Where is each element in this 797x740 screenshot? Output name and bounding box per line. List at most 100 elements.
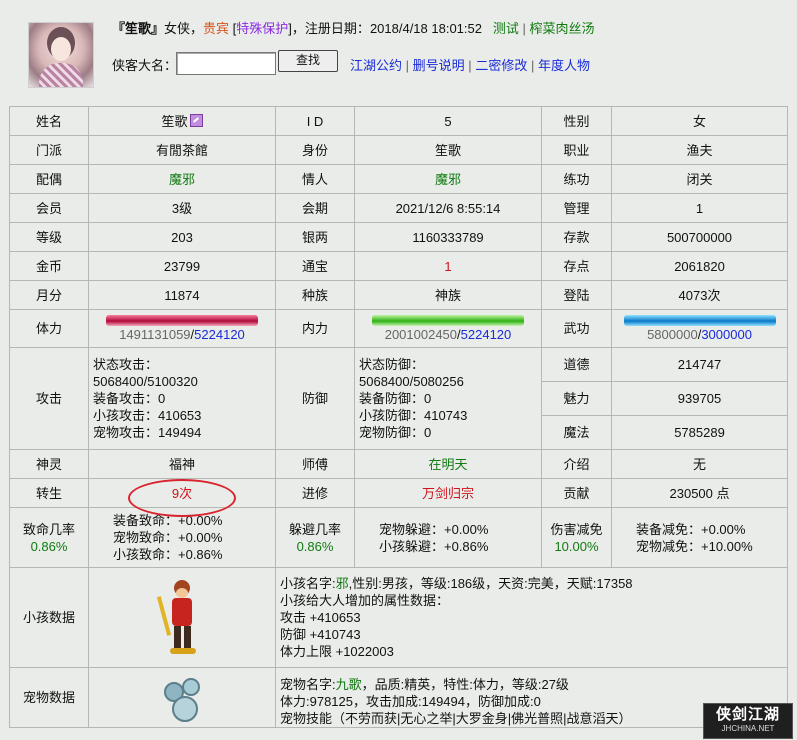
attack-line: 状态攻击： — [93, 357, 159, 372]
admin-label: 管理 — [541, 193, 612, 223]
points-value: 2061820 — [611, 251, 788, 281]
child-label: 小孩数据 — [9, 567, 89, 668]
bracket-close: ]， — [288, 21, 305, 36]
info-row: 姓名 笙歌 I D 5 性别 女 — [9, 106, 788, 136]
attack-line: 小孩攻击：410653 — [93, 408, 202, 423]
rebirth-highlight-circle — [128, 479, 236, 517]
pet-name: 九歌 — [335, 677, 362, 692]
attack-line: 宠物攻击：149494 — [93, 425, 202, 440]
lover-link[interactable]: 魔邪 — [354, 164, 542, 194]
pet-summary: 宠物名字:九歌，品质:精英，特性:体力，等级:27级 — [280, 676, 787, 693]
crit-line: 宠物致命：+0.00% — [113, 530, 223, 545]
attack-label: 攻击 — [9, 347, 89, 450]
child-sprite — [152, 578, 212, 658]
child-details: 小孩名字:邪,性别:男孩，等级:186级，天资:完美，天赋:17358 小孩给大… — [275, 567, 788, 668]
avatar — [28, 22, 94, 88]
child-row: 小孩数据 小孩名字:邪,性别:男孩，等级:186级，天资:完美，天赋:17358… — [9, 567, 788, 668]
magic-value: 5785289 — [611, 415, 788, 450]
pet-label: 宠物数据 — [9, 667, 89, 728]
attack-line: 5068400/5100320 — [93, 374, 198, 389]
attack-details: 状态攻击： 5068400/5100320 装备攻击：0 小孩攻击：410653… — [88, 347, 276, 450]
link-separator: | — [530, 58, 535, 73]
watermark-title: 侠剑江湖 — [715, 705, 780, 723]
id-value: 5 — [354, 106, 542, 136]
child-line: 小孩给大人增加的属性数据： — [280, 593, 450, 608]
tongbao-label: 通宝 — [275, 251, 355, 281]
child-line: 攻击 +410653 — [280, 610, 361, 625]
child-leg — [184, 625, 191, 648]
spirit-value: 福神 — [88, 449, 276, 479]
intro-label: 介绍 — [541, 449, 612, 479]
study-value: 万剑归宗 — [354, 478, 542, 508]
mp-bar — [372, 314, 524, 326]
name-label: 姓名 — [9, 106, 89, 136]
test-link[interactable]: 测试 — [493, 21, 519, 36]
child-line: 体力上限 +1022003 — [280, 644, 394, 659]
hp-cell: 1491131059/5224120 — [88, 309, 276, 348]
member-value: 3级 — [88, 193, 276, 223]
crit-value: 0.86% — [30, 538, 68, 554]
crit-line: 小孩致命：+0.86% — [113, 547, 223, 562]
profile-table: 姓名 笙歌 I D 5 性别 女 门派 有閒茶館 身份 笙歌 职业 渔夫 配偶 … — [9, 106, 788, 728]
search-label: 侠客大名： — [112, 58, 178, 73]
watermark-url: JHCHINA.NET — [721, 724, 775, 733]
rates-row: 致命几率 0.86% 装备致命：+0.00% 宠物致命：+0.00% 小孩致命：… — [9, 507, 788, 568]
wugong-bar — [623, 314, 776, 326]
contribution-value: 230500 点 — [611, 478, 788, 508]
delete-account-link[interactable]: 删号说明 — [413, 58, 465, 73]
race-label: 种族 — [275, 280, 355, 310]
crit-cell: 致命几率 0.86% — [9, 507, 89, 568]
reduce-line: 装备减免：+0.00% — [636, 521, 746, 537]
spouse-link[interactable]: 魔邪 — [88, 164, 276, 194]
basic-rows: 姓名 笙歌 I D 5 性别 女 门派 有閒茶館 身份 笙歌 职业 渔夫 配偶 … — [9, 106, 788, 728]
password-change-link[interactable]: 二密修改 — [475, 58, 527, 73]
identity-label: 身份 — [275, 135, 355, 165]
info-row: 配偶 魔邪 情人 魔邪 练功 闭关 — [9, 164, 788, 194]
character-name: 『笙歌』 — [112, 21, 165, 36]
id-label: I D — [275, 106, 355, 136]
info-row: 月分 11874 种族 神族 登陆 4073次 — [9, 280, 788, 310]
defense-label: 防御 — [275, 347, 355, 450]
avatar-dress — [39, 63, 83, 87]
magic-label: 魔法 — [541, 415, 612, 450]
pet-row: 宠物数据 宠物名字:九歌，品质:精英，特性:体力，等级:27级 体力:97812… — [9, 667, 788, 728]
member-expiry-label: 会期 — [275, 193, 355, 223]
master-label: 师傅 — [275, 449, 355, 479]
defense-line: 状态防御： — [359, 357, 425, 372]
fan-link[interactable]: 榨菜肉丝汤 — [530, 21, 595, 36]
reduce-cell: 伤害减免 10.00% — [541, 507, 612, 568]
rules-link[interactable]: 江湖公约 — [350, 58, 402, 73]
mp-cell: 2001002450/5224120 — [354, 309, 542, 348]
hp-label: 体力 — [9, 309, 89, 348]
protect-status: 特殊保护 — [236, 21, 289, 36]
silver-label: 银两 — [275, 222, 355, 252]
wugong-label: 武功 — [541, 309, 612, 348]
search-input[interactable] — [176, 52, 276, 75]
dodge-details: 宠物躲避：+0.00% 小孩躲避：+0.86% — [354, 507, 542, 568]
rebirth-label: 转生 — [9, 478, 89, 508]
deposit-value: 500700000 — [611, 222, 788, 252]
gold-value: 23799 — [88, 251, 276, 281]
master-link[interactable]: 在明天 — [354, 449, 542, 479]
profile-header: 『笙歌』女侠，贵宾 [特殊保护]，注册日期：2018/4/18 18:01:52… — [0, 0, 797, 104]
name-text: 笙歌 — [161, 113, 188, 129]
child-name: 邪 — [335, 576, 349, 591]
child-summary: 小孩名字:邪,性别:男孩，等级:186级，天资:完美，天赋:17358 — [280, 575, 787, 592]
child-base — [170, 647, 196, 654]
child-face — [176, 587, 188, 598]
info-row: 等级 203 银两 1160333789 存款 500700000 — [9, 222, 788, 252]
vip-rank: 贵宾 — [203, 21, 230, 36]
contribution-label: 贡献 — [541, 478, 612, 508]
info-row: 金币 23799 通宝 1 存点 2061820 — [9, 251, 788, 281]
header-links: 江湖公约 | 删号说明 | 二密修改 | 年度人物 — [350, 55, 590, 74]
defense-line: 装备防御：0 — [359, 391, 432, 406]
charm-label: 魅力 — [541, 381, 612, 416]
search-button[interactable]: 查找 — [278, 50, 338, 72]
job-value: 渔夫 — [611, 135, 788, 165]
hp-current: 1491131059 — [119, 326, 191, 342]
member-expiry-value: 2021/12/6 8:55:14 — [354, 193, 542, 223]
wugong-cell: 5800000/3000000 — [611, 309, 788, 348]
child-body — [172, 597, 192, 626]
annual-figures-link[interactable]: 年度人物 — [538, 58, 590, 73]
info-row: 会员 3级 会期 2021/12/6 8:55:14 管理 1 — [9, 193, 788, 223]
